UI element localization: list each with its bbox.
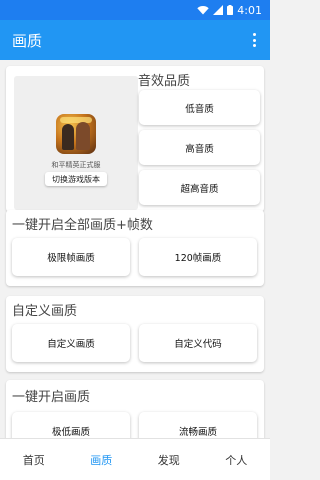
nav-discover[interactable]: 发现 [139, 452, 199, 468]
low-audio-button[interactable]: 低音质 [139, 90, 260, 125]
custom-quality-button[interactable]: 自定义画质 [12, 324, 130, 362]
audio-section-title: 音效品质 [138, 74, 191, 89]
switch-game-version-button[interactable]: 切换游戏版本 [45, 172, 107, 186]
app-bar: 画质 [0, 20, 270, 60]
game-app-icon [56, 114, 96, 154]
ultra-audio-button[interactable]: 超高音质 [139, 170, 260, 205]
nav-profile[interactable]: 个人 [206, 452, 266, 468]
120fps-quality-button[interactable]: 120帧画质 [139, 238, 257, 276]
more-options-icon[interactable] [248, 30, 260, 50]
all-quality-card: 一键开启全部画质+帧数 极限帧画质 120帧画质 [6, 210, 264, 286]
extreme-fps-quality-button[interactable]: 极限帧画质 [12, 238, 130, 276]
nav-quality[interactable]: 画质 [71, 452, 131, 468]
page-title: 画质 [12, 31, 43, 50]
quick-section-title: 一键开启画质 [12, 390, 91, 405]
very-low-quality-button[interactable]: 极低画质 [12, 412, 130, 438]
wifi-icon [197, 6, 209, 15]
quick-quality-card: 一键开启画质 极低画质 流畅画质 [6, 380, 264, 438]
battery-icon [227, 5, 234, 15]
bottom-navigation: 首页 画质 发现 个人 [0, 438, 270, 480]
main-content: 和平精英正式服 切换游戏版本 音效品质 低音质 高音质 超高音质 一键开启全部画… [0, 60, 270, 438]
smooth-quality-button[interactable]: 流畅画质 [139, 412, 257, 438]
game-panel: 和平精英正式服 切换游戏版本 [14, 76, 138, 210]
game-name: 和平精英正式服 [51, 161, 101, 169]
signal-icon [213, 5, 224, 15]
custom-section-title: 自定义画质 [12, 304, 78, 319]
game-audio-card: 和平精英正式服 切换游戏版本 音效品质 低音质 高音质 超高音质 [6, 66, 264, 212]
custom-code-button[interactable]: 自定义代码 [139, 324, 257, 362]
high-audio-button[interactable]: 高音质 [139, 130, 260, 165]
custom-quality-card: 自定义画质 自定义画质 自定义代码 [6, 296, 264, 372]
nav-home[interactable]: 首页 [4, 452, 64, 468]
status-time: 4:01 [237, 3, 262, 17]
all-quality-section-title: 一键开启全部画质+帧数 [12, 218, 153, 233]
status-bar: 4:01 [0, 0, 270, 20]
